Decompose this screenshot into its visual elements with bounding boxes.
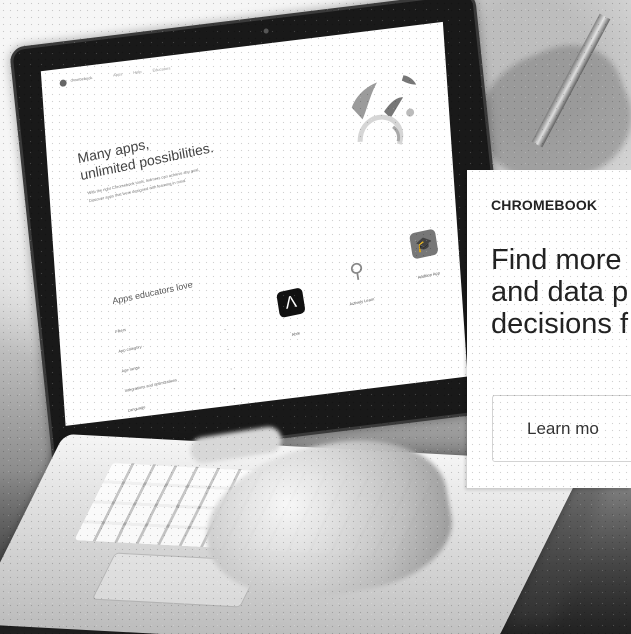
promo-heading-line-1: Find more xyxy=(491,244,622,276)
laptop-screen: chromebook Apps Help Educators Many apps… xyxy=(40,21,468,426)
laptop-lid: chromebook Apps Help Educators Many apps… xyxy=(9,0,519,467)
chevron-down-icon: ⌄ xyxy=(222,325,227,332)
graduation-cap-icon: 🎓 xyxy=(409,228,439,260)
screen-brand: chromebook xyxy=(70,75,93,83)
decorative-shapes-icon xyxy=(351,75,417,145)
promo-card: CHROMEBOOK Find more and data p decision… xyxy=(467,170,631,488)
abre-icon: Λ xyxy=(276,287,306,319)
app-card-abre[interactable]: Λ Abre xyxy=(259,284,325,343)
filter-label: Filters xyxy=(114,326,127,335)
chevron-down-icon: ⌄ xyxy=(229,365,234,371)
app-grid: Λ Abre ⚲ Actively Learn 🎓 Addition App xyxy=(255,228,451,385)
promo-heading-line-3: decisions f xyxy=(491,308,629,340)
apps-section-title: Apps educators love xyxy=(111,279,194,307)
nav-apps-link[interactable]: Apps xyxy=(113,71,122,77)
app-card-addition-app[interactable]: 🎓 Addition App xyxy=(392,225,458,284)
app-name: Actively Learn xyxy=(349,296,375,307)
screen-top-bar: chromebook Apps Help Educators xyxy=(59,56,229,91)
app-name: Abre xyxy=(291,330,301,338)
photo-scene: chromebook Apps Help Educators Many apps… xyxy=(0,0,631,634)
chevron-down-icon: ⌄ xyxy=(232,384,237,391)
nav-help-link[interactable]: Help xyxy=(133,69,142,75)
app-card-actively-learn[interactable]: ⚲ Actively Learn xyxy=(325,251,391,310)
promo-kicker: CHROMEBOOK xyxy=(491,197,598,213)
screen-navigation: Apps Help Educators xyxy=(113,64,180,77)
actively-learn-icon: ⚲ xyxy=(342,254,372,286)
chromebook-logo-icon xyxy=(59,79,67,88)
promo-heading: Find more and data p decisions f xyxy=(491,244,631,340)
learn-more-button[interactable]: Learn mo xyxy=(492,395,631,462)
promo-heading-line-2: and data p xyxy=(491,276,629,308)
app-name: Addition App xyxy=(417,270,441,280)
filter-list: Filters App category ⌄ Age range ⌄ Integ… xyxy=(115,306,239,426)
nav-educators-link[interactable]: Educators xyxy=(152,65,170,72)
chevron-down-icon: ⌄ xyxy=(225,345,231,352)
webcam-icon xyxy=(263,28,269,34)
